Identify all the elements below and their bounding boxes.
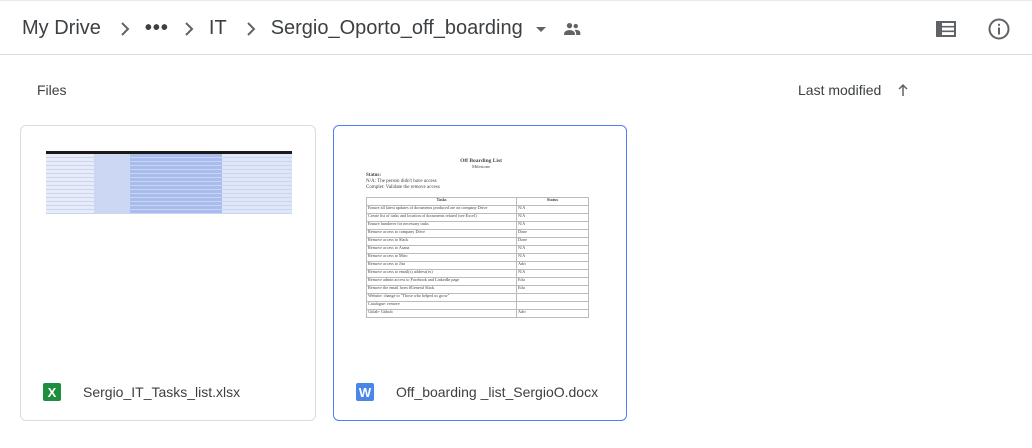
file-card-docx[interactable]: Off Boarding List Milestone Status: N/A:… xyxy=(333,125,627,421)
doc-status-cell: N/A xyxy=(516,269,589,278)
word-file-icon: W xyxy=(356,383,374,401)
doc-status-cell: N/A xyxy=(516,253,589,262)
doc-status-cell: Edu xyxy=(516,285,589,294)
doc-task-cell: Gitlab- Github xyxy=(366,309,517,318)
doc-status-cell: N/A xyxy=(516,245,589,254)
header-bar: My Drive ••• IT Sergio_Oporto_off_boardi… xyxy=(0,0,1032,55)
sort-last-modified-button[interactable]: Last modified xyxy=(798,80,915,100)
doc-status-cell xyxy=(516,293,589,302)
doc-status-cell xyxy=(516,301,589,310)
doc-status-cell: Done xyxy=(516,237,589,246)
people-icon xyxy=(557,17,587,41)
excel-file-icon: X xyxy=(43,383,61,401)
doc-status-cell: N/A xyxy=(516,205,589,214)
file-card-xlsx[interactable]: X Sergio_IT_Tasks_list.xlsx xyxy=(20,125,316,421)
file-thumbnail: Off Boarding List Milestone Status: N/A:… xyxy=(334,126,626,366)
file-card-footer: W Off_boarding _list_SergioO.docx xyxy=(334,364,626,420)
info-icon[interactable] xyxy=(979,9,1019,49)
doc-status-cell: Adri xyxy=(516,309,589,318)
doc-status-cell: Done xyxy=(516,229,589,238)
doc-status-cell: N/A xyxy=(516,213,589,222)
files-section-title: Files xyxy=(37,82,67,98)
list-view-icon[interactable] xyxy=(926,9,966,49)
sort-label: Last modified xyxy=(798,82,882,98)
doc-complete-line: Complet: Validate the remove access xyxy=(366,185,440,190)
doc-table-header: Status xyxy=(516,197,589,206)
doc-status-cell: N/A xyxy=(516,221,589,230)
arrow-upward-icon[interactable] xyxy=(891,80,915,100)
arrow-drop-down-icon[interactable] xyxy=(527,17,555,41)
breadcrumb-current-folder[interactable]: Sergio_Oporto_off_boarding xyxy=(271,17,527,40)
breadcrumb-my-drive[interactable]: My Drive xyxy=(22,17,105,40)
file-thumbnail xyxy=(21,126,315,366)
chevron-right-icon xyxy=(231,17,271,41)
doc-status-cell: Adri xyxy=(516,261,589,270)
breadcrumb: My Drive ••• IT Sergio_Oporto_off_boardi… xyxy=(22,1,587,56)
document-preview: Off Boarding List Milestone Status: N/A:… xyxy=(366,158,596,366)
file-name: Sergio_IT_Tasks_list.xlsx xyxy=(83,384,241,400)
spreadsheet-preview xyxy=(46,151,292,227)
doc-table: Tasks Status Ensure all latest updates o… xyxy=(366,197,589,318)
chevron-right-icon xyxy=(169,17,209,41)
breadcrumb-overflow-button[interactable]: ••• xyxy=(145,17,169,40)
chevron-right-icon xyxy=(105,17,145,41)
doc-subtitle: Milestone xyxy=(472,164,490,169)
doc-table-row: Gitlab- Github Adri xyxy=(366,309,589,318)
file-name: Off_boarding _list_SergioO.docx xyxy=(396,384,599,400)
doc-table-row: Catalogue: remove xyxy=(366,301,589,310)
file-card-footer: X Sergio_IT_Tasks_list.xlsx xyxy=(21,364,315,420)
breadcrumb-it[interactable]: IT xyxy=(209,17,231,40)
doc-status-cell: Edu xyxy=(516,277,589,286)
